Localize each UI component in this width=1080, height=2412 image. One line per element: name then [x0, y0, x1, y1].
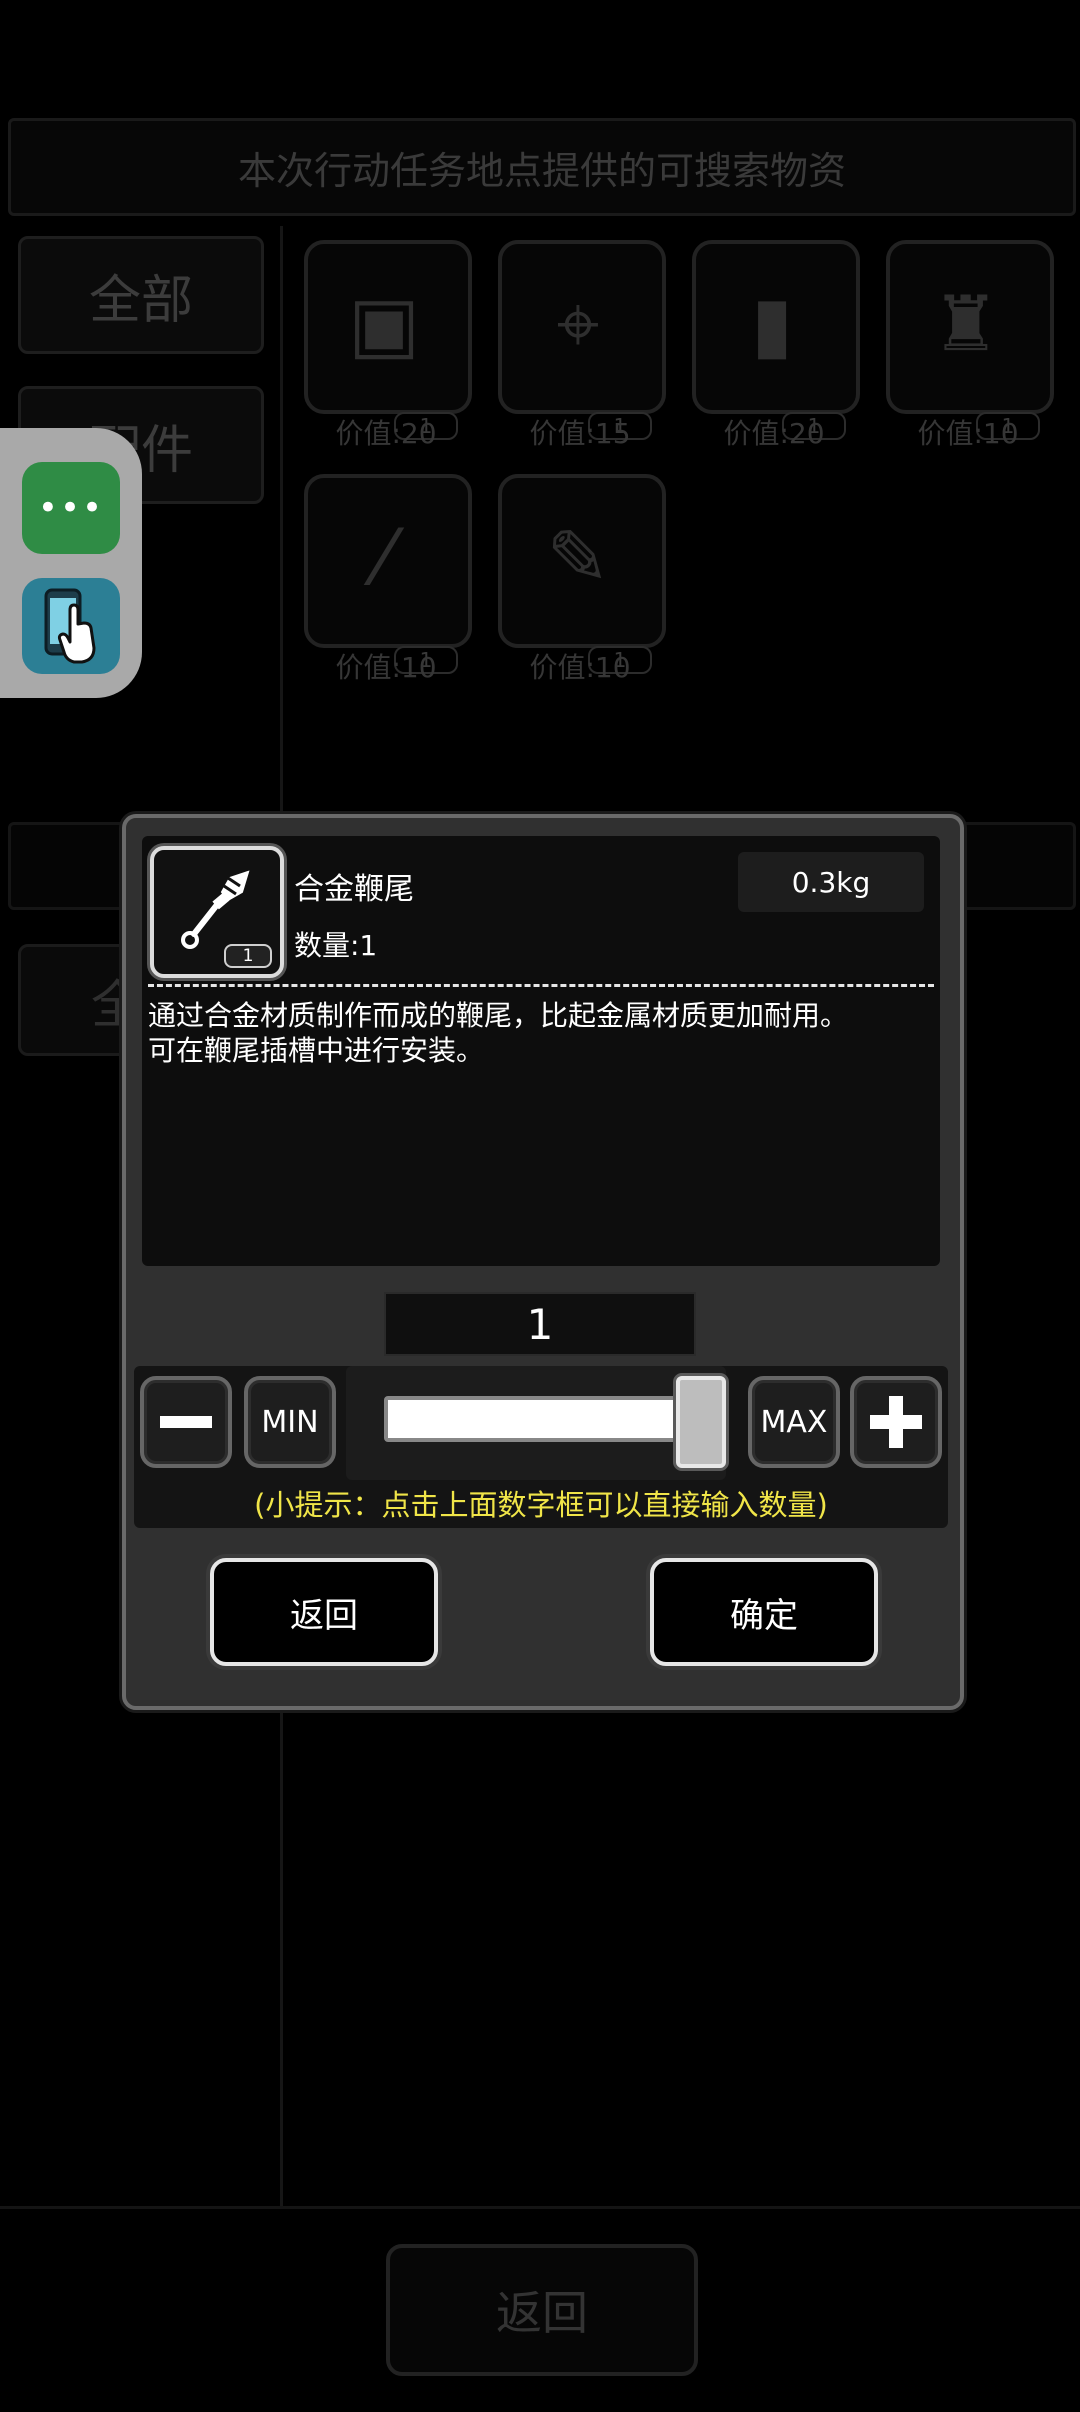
supply-item[interactable]: ▣ 1 价值:20 [300, 240, 472, 450]
input-hint: (小提示：点击上面数字框可以直接输入数量) [254, 1488, 828, 1522]
item-icon-frame: 1 [150, 846, 284, 978]
item-name: 合金鞭尾 [294, 872, 414, 907]
item-weight: 0.3kg [738, 852, 924, 912]
min-button[interactable]: MIN [244, 1376, 336, 1468]
quantity-controls: MIN MAX (小提示：点击上面数字框可以直接输入数量) [134, 1366, 948, 1528]
phone-touch-icon [44, 588, 96, 664]
max-button[interactable]: MAX [748, 1376, 840, 1468]
item-value: 价值:10 [917, 417, 1019, 450]
quantity-slider-fill [388, 1400, 708, 1438]
item-quantity: 数量:1 [294, 929, 378, 962]
search-supplies-banner: 本次行动任务地点提供的可搜索物资 [8, 118, 1076, 216]
quantity-slider-track[interactable] [384, 1396, 712, 1442]
supply-item-grid: ▣ 1 价值:20 ⌖ 1 价值:15 ▮ 1 价值:20 ♜ 1 价值:10 … [300, 240, 1070, 690]
item-value: 价值:10 [529, 651, 631, 684]
min-button-label: MIN [261, 1404, 319, 1440]
supply-item[interactable]: ▮ 1 价值:20 [688, 240, 860, 450]
status-bar-area [0, 0, 1080, 110]
item-weight-value: 0.3kg [791, 865, 871, 899]
quantity-slider-thumb[interactable] [676, 1376, 726, 1468]
whip-tip-icon: ✎ [546, 513, 610, 602]
tab-all-label: 全部 [88, 270, 193, 331]
item-value: 价值:10 [335, 651, 437, 684]
supply-item[interactable]: ♜ 1 价值:10 [882, 240, 1054, 450]
whip-tip-icon [181, 870, 250, 949]
dashed-divider [148, 984, 934, 987]
item-value: 价值:15 [529, 417, 631, 450]
quantity-input[interactable]: 1 [384, 1292, 696, 1356]
supply-item[interactable]: ⌖ 1 价值:15 [494, 240, 666, 450]
banner-title: 本次行动任务地点提供的可搜索物资 [237, 148, 846, 193]
divider [0, 2206, 1080, 2209]
spiked-guard-icon: ♜ [931, 279, 1001, 368]
scope-icon: ⌖ [556, 279, 600, 368]
blade-icon: ⁄ [377, 513, 391, 602]
quantity-input-value: 1 [526, 1299, 554, 1349]
item-info-panel: 1 合金鞭尾 数量:1 0.3kg 通过合金材质制作而成的鞭尾，比起金属材质更加… [142, 836, 940, 1266]
minus-icon [160, 1416, 212, 1428]
touch-assist-button[interactable] [22, 578, 120, 674]
backpack-icon: ▣ [348, 279, 420, 368]
more-options-button[interactable]: ••• [22, 462, 120, 554]
item-count-badge: 1 [224, 944, 272, 968]
dialog-back-label: 返回 [290, 1595, 358, 1636]
description-line: 可在鞭尾插槽中进行安装。 [148, 1034, 485, 1067]
increase-button[interactable] [850, 1376, 942, 1468]
decrease-button[interactable] [140, 1376, 232, 1468]
item-value: 价值:20 [723, 417, 825, 450]
back-button-label: 返回 [496, 2286, 588, 2340]
description-line: 通过合金材质制作而成的鞭尾，比起金属材质更加耐用。 [148, 999, 849, 1032]
item-quantity-dialog: 1 合金鞭尾 数量:1 0.3kg 通过合金材质制作而成的鞭尾，比起金属材质更加… [122, 814, 964, 1710]
dialog-back-button[interactable]: 返回 [210, 1558, 438, 1666]
max-button-label: MAX [760, 1404, 828, 1440]
back-button[interactable]: 返回 [386, 2244, 698, 2376]
more-dots-icon: ••• [37, 488, 105, 528]
confirm-label: 确定 [730, 1595, 798, 1636]
tab-all[interactable]: 全部 [18, 236, 264, 354]
confirm-button[interactable]: 确定 [650, 1558, 878, 1666]
grip-icon: ▮ [751, 279, 793, 368]
plus-icon [870, 1396, 922, 1448]
item-value: 价值:20 [335, 417, 437, 450]
supply-item[interactable]: ✎ 1 价值:10 [494, 474, 666, 684]
item-description: 通过合金材质制作而成的鞭尾，比起金属材质更加耐用。 可在鞭尾插槽中进行安装。 [148, 998, 928, 1068]
supply-item[interactable]: ⁄ 1 价值:10 [300, 474, 472, 684]
